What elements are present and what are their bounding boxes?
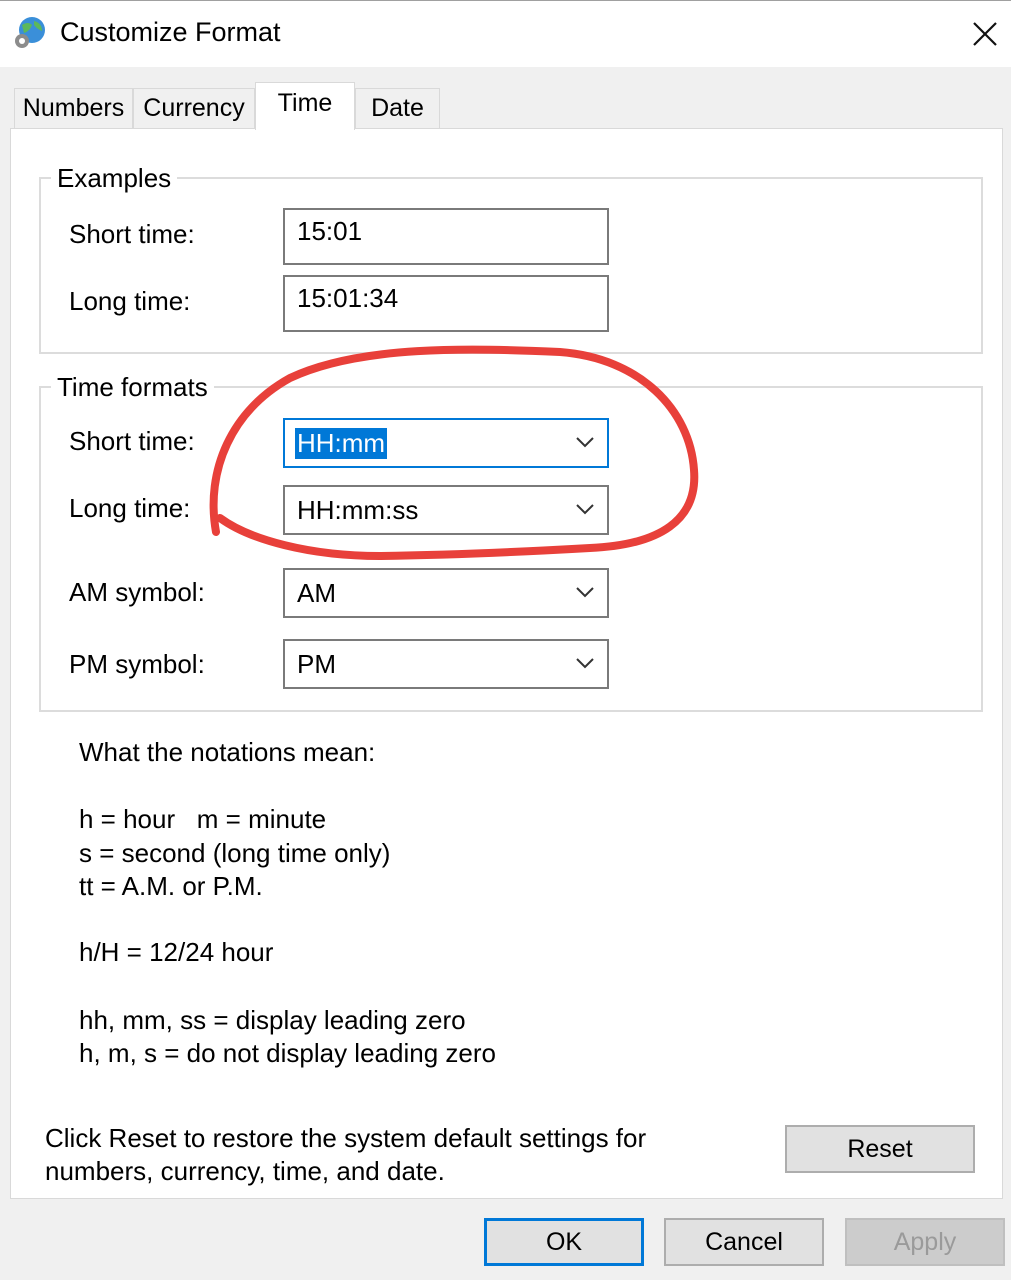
reset-description-line2: numbers, currency, time, and date. (45, 1156, 445, 1186)
notation-line: tt = A.M. or P.M. (79, 871, 263, 901)
am-symbol-combo[interactable]: AM (283, 568, 609, 618)
reset-button[interactable]: Reset (785, 1125, 975, 1173)
globe-settings-icon (15, 17, 45, 48)
cancel-button[interactable]: Cancel (664, 1218, 824, 1266)
reset-description: Click Reset to restore the system defaul… (45, 1123, 647, 1153)
tab-time[interactable]: Time (255, 82, 355, 130)
tab-date[interactable]: Date (355, 88, 440, 128)
notation-line: hh, mm, ss = display leading zero (79, 1005, 466, 1035)
example-short-time-field: 15:01 (283, 208, 609, 265)
ok-button[interactable]: OK (484, 1218, 644, 1266)
long-time-format-combo[interactable]: HH:mm:ss (283, 485, 609, 535)
examples-long-time-label: Long time: (69, 286, 191, 316)
long-time-format-value[interactable]: HH:mm:ss (297, 495, 418, 526)
example-short-time-value: 15:01 (297, 216, 363, 246)
examples-group-title: Examples (51, 163, 178, 194)
tab-panel-time: Examples Short time: 15:01 Long time: 15… (10, 128, 1003, 1199)
chevron-down-icon[interactable] (575, 502, 595, 516)
am-symbol-label: AM symbol: (69, 577, 205, 607)
tab-currency[interactable]: Currency (133, 88, 255, 128)
time-formats-group-title: Time formats (51, 372, 214, 403)
format-short-time-label: Short time: (69, 426, 195, 456)
short-time-format-combo[interactable]: HH:mm (283, 418, 609, 468)
format-long-time-label: Long time: (69, 493, 191, 523)
notation-line: h, m, s = do not display leading zero (79, 1038, 496, 1068)
chevron-down-icon[interactable] (575, 435, 595, 449)
pm-symbol-label: PM symbol: (69, 649, 205, 679)
window-title: Customize Format (60, 17, 281, 47)
chevron-down-icon[interactable] (575, 656, 595, 670)
chevron-down-icon[interactable] (575, 585, 595, 599)
notation-line: s = second (long time only) (79, 838, 391, 868)
pm-symbol-value[interactable]: PM (297, 649, 336, 680)
close-button[interactable] (962, 11, 1008, 57)
am-symbol-value[interactable]: AM (297, 578, 336, 609)
short-time-format-value[interactable]: HH:mm (295, 428, 388, 459)
examples-short-time-label: Short time: (69, 219, 195, 249)
title-bar: Customize Format (0, 0, 1011, 67)
close-icon (973, 22, 997, 46)
notation-line: h/H = 12/24 hour (79, 937, 274, 967)
notation-line: h = hour m = minute (79, 804, 327, 834)
example-long-time-field: 15:01:34 (283, 275, 609, 332)
apply-button[interactable]: Apply (845, 1218, 1005, 1266)
pm-symbol-combo[interactable]: PM (283, 639, 609, 689)
example-long-time-value: 15:01:34 (297, 283, 399, 313)
tab-numbers[interactable]: Numbers (14, 88, 133, 128)
notations-heading: What the notations mean: (79, 737, 376, 767)
